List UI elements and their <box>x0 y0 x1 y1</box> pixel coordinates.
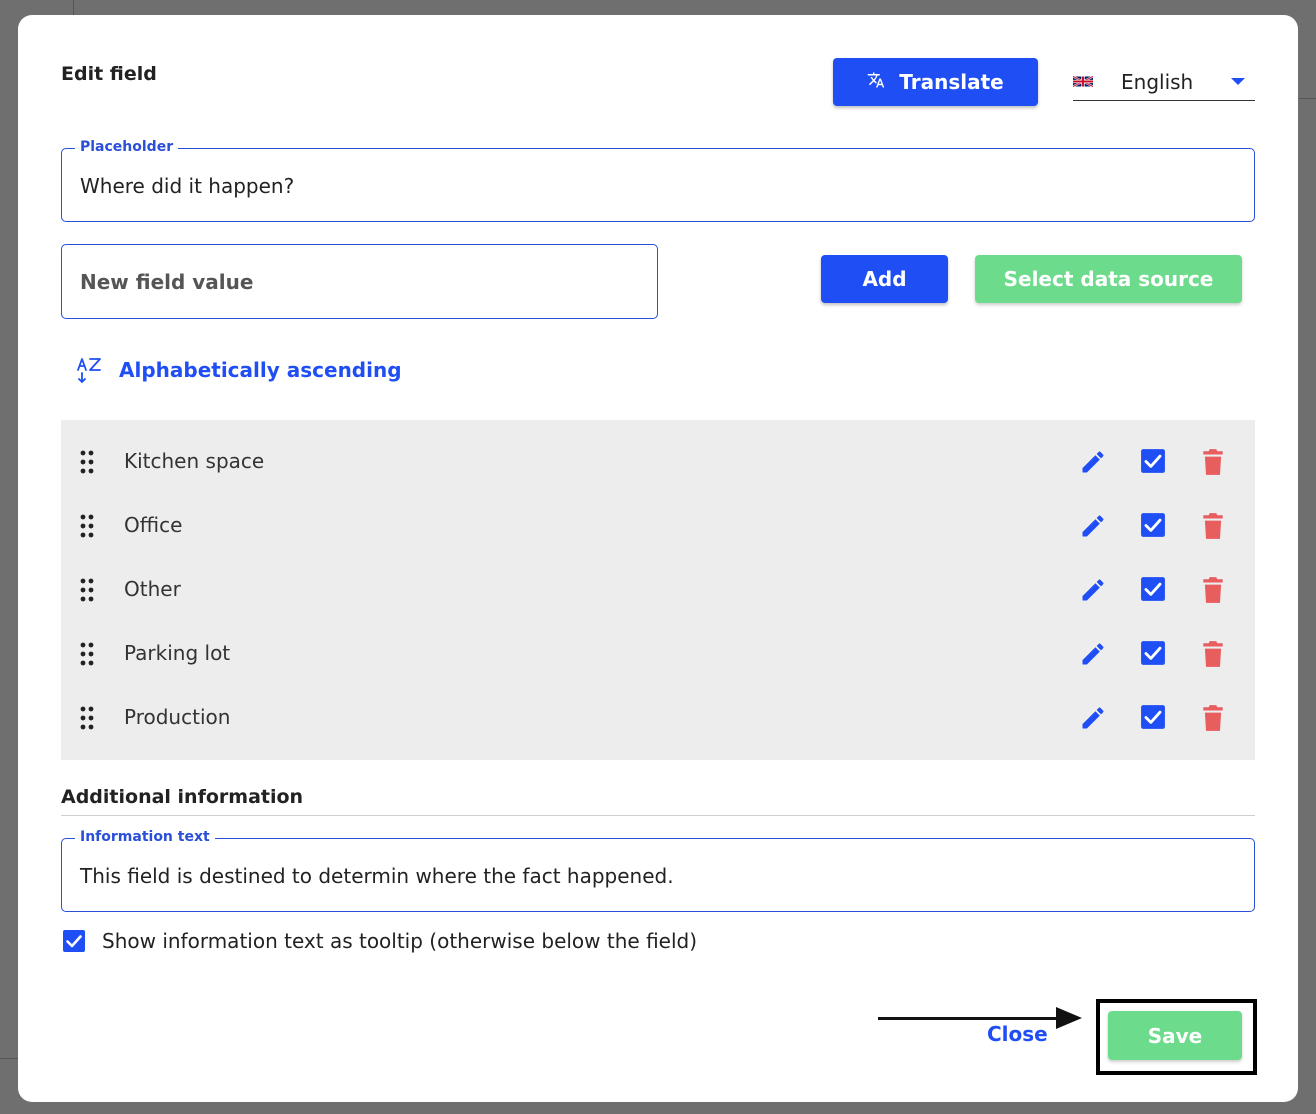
dialog-title: Edit field <box>61 63 157 85</box>
information-text-field[interactable]: Information text This field is destined … <box>61 829 1255 912</box>
chevron-down-icon <box>1231 78 1245 85</box>
trash-icon[interactable] <box>1202 640 1224 668</box>
new-field-value-container <box>61 244 658 319</box>
enabled-checkbox[interactable] <box>1140 448 1166 474</box>
tooltip-checkbox[interactable] <box>62 929 86 953</box>
enabled-checkbox[interactable] <box>1140 704 1166 730</box>
add-button[interactable]: Add <box>821 255 948 303</box>
list-item-label: Other <box>124 577 181 601</box>
edit-icon[interactable] <box>1079 448 1107 476</box>
sort-az-icon <box>77 358 101 383</box>
trash-icon[interactable] <box>1202 704 1224 732</box>
field-values-list: Kitchen space Office Other Parking lot P… <box>61 420 1255 760</box>
annotation-arrow <box>878 1017 1058 1020</box>
placeholder-field-value: Where did it happen? <box>80 174 295 198</box>
backdrop-divider <box>1299 98 1316 99</box>
select-data-source-button[interactable]: Select data source <box>975 255 1242 303</box>
edit-field-dialog: Edit field Translate English Placeholder… <box>18 15 1298 1102</box>
annotation-arrow-head <box>1056 1007 1082 1029</box>
tooltip-checkbox-label[interactable]: Show information text as tooltip (otherw… <box>102 929 697 953</box>
translate-icon <box>867 70 885 94</box>
list-item: Production <box>61 685 1255 749</box>
drag-handle-icon[interactable] <box>79 706 95 730</box>
trash-icon[interactable] <box>1202 512 1224 540</box>
edit-icon[interactable] <box>1079 640 1107 668</box>
list-item-label: Production <box>124 705 231 729</box>
enabled-checkbox[interactable] <box>1140 576 1166 602</box>
backdrop-divider <box>0 1058 18 1059</box>
list-item-label: Parking lot <box>124 641 231 665</box>
new-field-value-input[interactable] <box>62 245 657 318</box>
list-item: Other <box>61 557 1255 621</box>
drag-handle-icon[interactable] <box>79 578 95 602</box>
save-button[interactable]: Save <box>1108 1011 1242 1060</box>
language-label: English <box>1121 69 1194 94</box>
edit-icon[interactable] <box>1079 704 1107 732</box>
information-text-label: Information text <box>75 829 215 845</box>
drag-handle-icon[interactable] <box>79 514 95 538</box>
trash-icon[interactable] <box>1202 576 1224 604</box>
section-divider <box>61 815 1255 816</box>
enabled-checkbox[interactable] <box>1140 640 1166 666</box>
drag-handle-icon[interactable] <box>79 450 95 474</box>
translate-label: Translate <box>899 70 1004 94</box>
trash-icon[interactable] <box>1202 448 1224 476</box>
list-item: Office <box>61 493 1255 557</box>
additional-info-heading: Additional information <box>61 786 304 808</box>
edit-icon[interactable] <box>1079 576 1107 604</box>
information-text-value: This field is destined to determin where… <box>80 864 674 888</box>
translate-button[interactable]: Translate <box>833 58 1038 106</box>
drag-handle-icon[interactable] <box>79 642 95 666</box>
close-button[interactable]: Close <box>987 1022 1048 1046</box>
sort-alphabetically-button[interactable]: Alphabetically ascending <box>75 355 402 385</box>
list-item: Kitchen space <box>61 429 1255 493</box>
language-select[interactable]: English <box>1073 63 1255 101</box>
sort-label: Alphabetically ascending <box>119 358 402 382</box>
placeholder-field-label: Placeholder <box>75 139 179 155</box>
edit-icon[interactable] <box>1079 512 1107 540</box>
placeholder-field[interactable]: Placeholder Where did it happen? <box>61 139 1255 222</box>
list-item: Parking lot <box>61 621 1255 685</box>
enabled-checkbox[interactable] <box>1140 512 1166 538</box>
list-item-label: Kitchen space <box>124 449 265 473</box>
list-item-label: Office <box>124 513 183 537</box>
uk-flag-icon <box>1073 75 1093 88</box>
backdrop-divider <box>73 0 74 16</box>
